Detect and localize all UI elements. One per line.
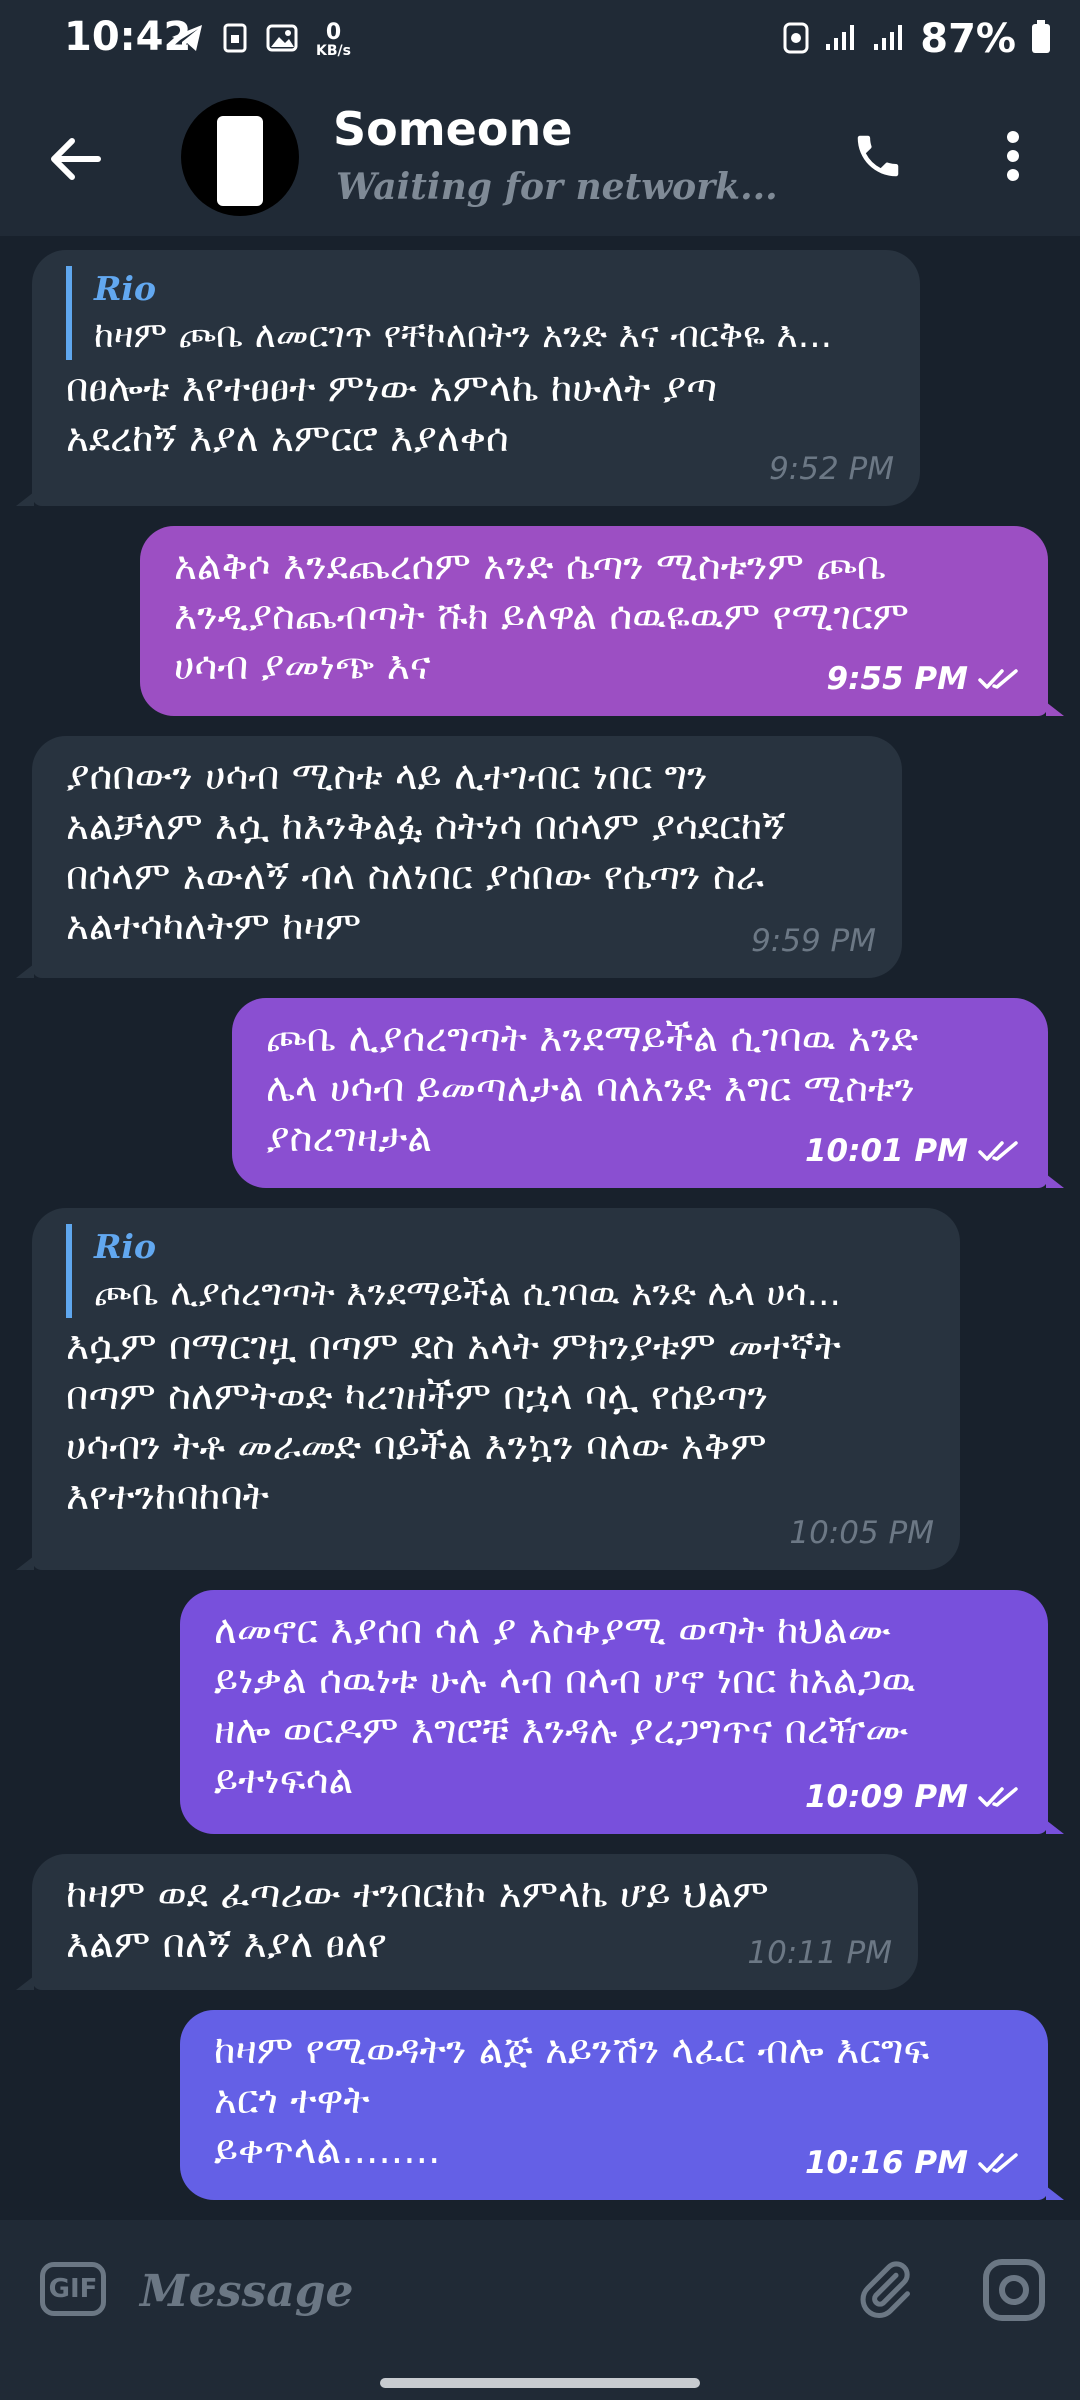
- gif-icon: GIF: [48, 2274, 98, 2304]
- message-outgoing[interactable]: ለመኖር እያሰበ ሳለ ያ አስቀያሚ ወጣት ከህልሙ ይነቃል ሰዉነቱ …: [180, 1590, 1048, 1834]
- message-text: በፀሎቱ እየተፀፀተ ምነው አምላኬ ከሁለት ያጣ አደረከኝ እያለ አ…: [66, 366, 718, 461]
- bubble-tail: [1046, 702, 1064, 716]
- message-outgoing[interactable]: አልቅሶ እንደጨረሰም አንድ ሴጣን ሚስቱንም ጮቤ እንዲያስጨብጣት …: [140, 526, 1048, 716]
- battery-icon: [1030, 19, 1052, 59]
- reply-text: ጮቤ ሊያሰረግጣት እንደማይችል ሲገባዉ አንድ ሌላ ሀሳ...: [94, 1273, 841, 1314]
- message-meta: 10:16 PM: [805, 2138, 1022, 2188]
- camera-icon: [983, 2259, 1045, 2321]
- avatar[interactable]: [181, 98, 299, 216]
- phone-icon: [857, 135, 899, 177]
- back-button[interactable]: [40, 124, 110, 194]
- message-meta: 10:11 PM: [747, 1928, 892, 1978]
- message-time: 10:11 PM: [747, 1935, 892, 1971]
- message-meta: 10:09 PM: [805, 1772, 1022, 1822]
- bubble-tail: [16, 1976, 34, 1990]
- message-time: 9:52 PM: [769, 451, 894, 487]
- battery-percent: 87%: [920, 16, 1016, 62]
- bubble-tail: [1046, 1174, 1064, 1188]
- gif-button[interactable]: GIF: [40, 2262, 106, 2316]
- status-left-icons: 0 KB/s: [170, 20, 351, 60]
- bubble-tail: [1046, 1820, 1064, 1834]
- message-incoming[interactable]: Rio ከዛም ጮቤ ለመርገጥ የቸኮለበትን አንድ እና ብርቅዬ እ..…: [32, 250, 920, 506]
- message-meta: 10:01 PM: [805, 1126, 1022, 1176]
- camera-button[interactable]: [978, 2254, 1050, 2326]
- avatar-image: [217, 116, 263, 206]
- double-check-icon: [978, 1787, 1018, 1807]
- reply-author: Rio: [94, 1227, 156, 1266]
- message-input[interactable]: Message: [140, 2256, 790, 2326]
- message-list[interactable]: Rio ከዛም ጮቤ ለመርገጥ የቸኮለበትን አንድ እና ብርቅዬ እ..…: [0, 236, 1080, 2216]
- gallery-icon: [266, 23, 298, 57]
- net-speed: 0 KB/s: [316, 20, 351, 59]
- double-check-icon: [978, 1141, 1018, 1161]
- telegram-icon: [170, 23, 204, 57]
- signal-icon: [872, 22, 906, 56]
- message-time: 10:16 PM: [804, 2145, 968, 2181]
- chat-status: Waiting for network...: [336, 166, 778, 208]
- message-incoming[interactable]: ያሰበውን ሀሳብ ሚስቱ ላይ ሊተገብር ነበር ግን አልቻለም እሷ ከ…: [32, 736, 902, 978]
- signal-icon: [824, 22, 858, 56]
- message-meta: 9:59 PM: [751, 916, 876, 966]
- more-vert-icon: [1007, 131, 1019, 181]
- composer-bar: GIF Message: [0, 2220, 1080, 2400]
- message-meta: 10:05 PM: [789, 1508, 934, 1558]
- bubble-tail: [1046, 2186, 1064, 2200]
- home-indicator[interactable]: [380, 2378, 700, 2388]
- double-check-icon: [978, 2153, 1018, 2173]
- status-bar: 10:42 0 KB/s 87%: [0, 0, 1080, 78]
- double-check-icon: [978, 669, 1018, 689]
- message-time: 10:09 PM: [804, 1779, 968, 1815]
- attach-button[interactable]: [848, 2254, 920, 2326]
- status-right-icons: 87%: [782, 16, 1052, 62]
- message-time: 10:05 PM: [789, 1515, 934, 1551]
- message-meta: 9:55 PM: [827, 654, 1022, 704]
- chat-title[interactable]: Someone: [333, 102, 572, 156]
- bubble-tail: [16, 1556, 34, 1570]
- message-time: 9:55 PM: [826, 661, 968, 697]
- reply-preview[interactable]: Rio ከዛም ጮቤ ለመርገጥ የቸኮለበትን አንድ እና ብርቅዬ እ..…: [66, 266, 890, 360]
- message-time: 9:59 PM: [751, 923, 876, 959]
- message-outgoing[interactable]: ጮቤ ሊያሰረግጣት እንደማይችል ሲገባዉ አንድ ሌላ ሀሳብ ይመጣለታ…: [232, 998, 1048, 1188]
- message-text: እሷም በማርገዟ በጣም ደስ አላት ምክንያቱም መተኛት በጣም ስለም…: [66, 1324, 841, 1519]
- net-speed-value: 0: [325, 20, 342, 45]
- reply-author: Rio: [94, 269, 156, 308]
- message-outgoing[interactable]: ከዛም የሚወዳትን ልጅ አይንሽን ላፈር ብሎ እርግፍ አርጎ ተዋት …: [180, 2010, 1048, 2200]
- sim-icon: [222, 23, 248, 57]
- message-meta: 9:52 PM: [769, 444, 894, 494]
- more-button[interactable]: [988, 124, 1038, 188]
- attach-icon: [860, 2261, 910, 2319]
- data-saver-icon: [782, 20, 810, 58]
- net-speed-unit: KB/s: [316, 43, 351, 59]
- message-incoming[interactable]: ከዛም ወደ ፈጣሪው ተንበርክኮ አምላኬ ሆይ ህልም እልም በለኝ እ…: [32, 1854, 918, 1990]
- bubble-tail: [16, 492, 34, 506]
- bubble-tail: [16, 964, 34, 978]
- message-time: 10:01 PM: [804, 1133, 968, 1169]
- call-button[interactable]: [846, 124, 910, 188]
- back-arrow-icon: [51, 138, 101, 180]
- chat-header: Someone Waiting for network...: [0, 78, 1080, 236]
- message-incoming[interactable]: Rio ጮቤ ሊያሰረግጣት እንደማይችል ሲገባዉ አንድ ሌላ ሀሳ...…: [32, 1208, 960, 1570]
- reply-preview[interactable]: Rio ጮቤ ሊያሰረግጣት እንደማይችል ሲገባዉ አንድ ሌላ ሀሳ...: [66, 1224, 930, 1318]
- reply-text: ከዛም ጮቤ ለመርገጥ የቸኮለበትን አንድ እና ብርቅዬ እ...: [94, 315, 833, 356]
